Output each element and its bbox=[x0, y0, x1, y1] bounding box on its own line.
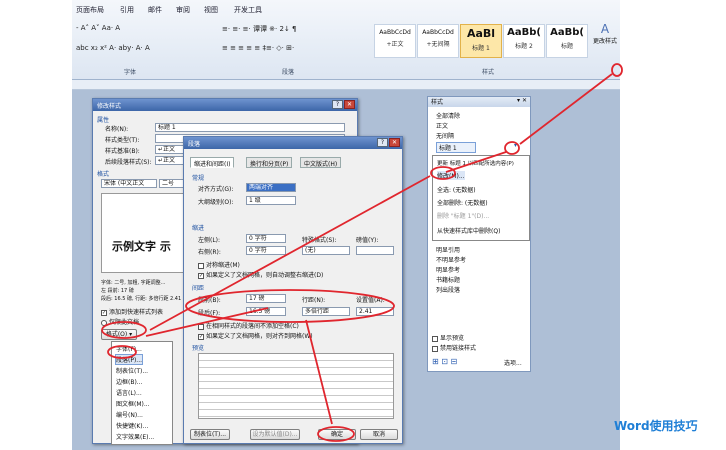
annotation-arrow-3 bbox=[149, 175, 431, 331]
annotation-overlay bbox=[101, 63, 623, 442]
annotation-circle-ok bbox=[317, 426, 355, 442]
annotation-circle-ribbon bbox=[611, 63, 623, 77]
annotation-circle-spacing bbox=[185, 289, 395, 323]
annotation-circle-heading bbox=[504, 141, 520, 155]
annotation-circle-paragraph bbox=[107, 345, 137, 359]
annotation-circle-modify bbox=[430, 166, 456, 180]
annotation-arrow-2 bbox=[445, 151, 507, 173]
annotation-arrow-5 bbox=[305, 319, 333, 425]
watermark-text: Word使用技巧 bbox=[614, 419, 698, 433]
annotation-arrow-1 bbox=[519, 73, 613, 145]
annotation-circle-format bbox=[101, 321, 147, 339]
